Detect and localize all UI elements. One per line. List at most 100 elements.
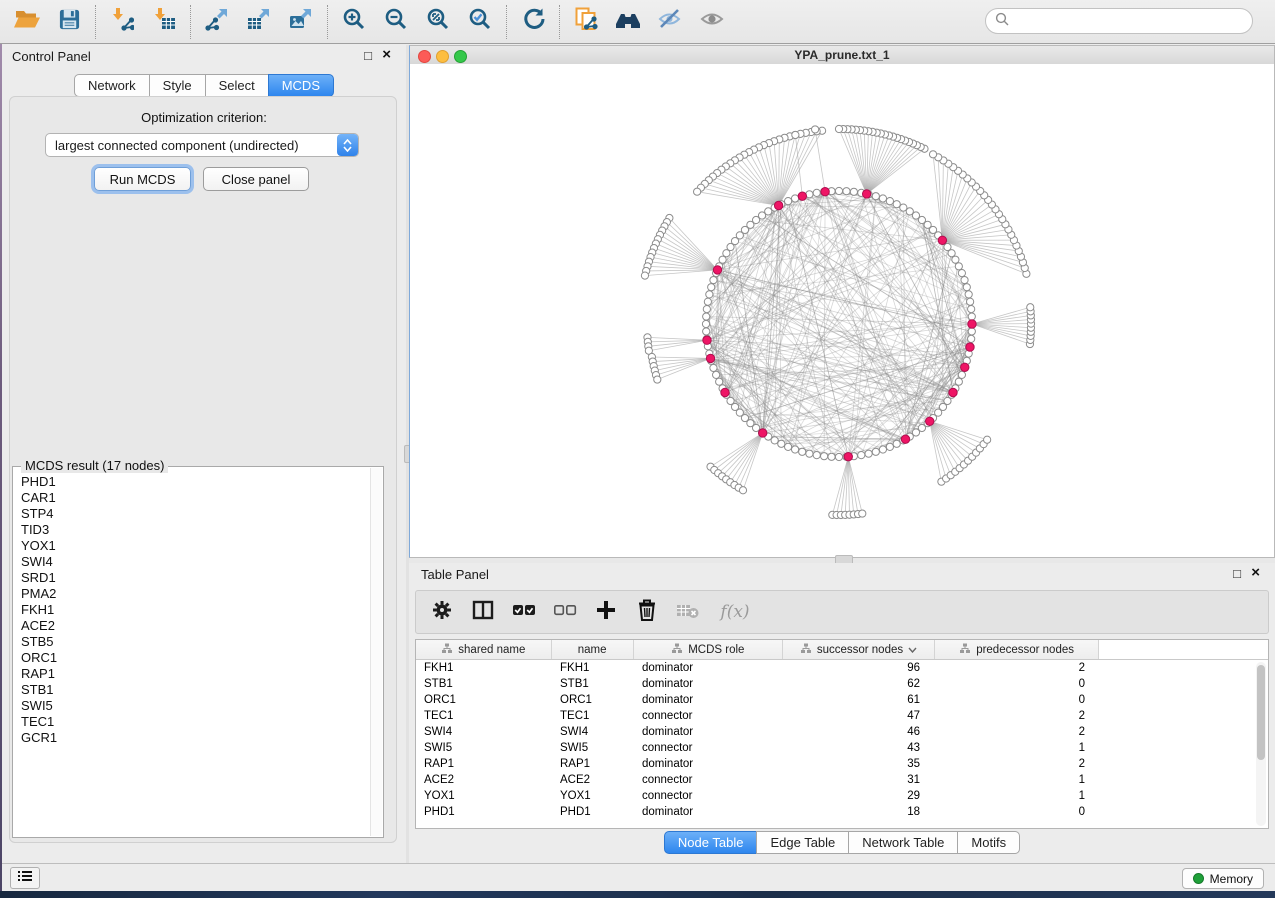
save-button[interactable]: [48, 4, 90, 40]
run-mcds-button[interactable]: Run MCDS: [94, 167, 191, 191]
select-all-button[interactable]: [512, 600, 536, 624]
delete-button[interactable]: [635, 600, 659, 624]
table-tab-network-table[interactable]: Network Table: [848, 831, 958, 854]
mcds-result-item[interactable]: CAR1: [21, 490, 370, 506]
table-tab-motifs[interactable]: Motifs: [957, 831, 1020, 854]
table-row[interactable]: YOX1YOX1connector291: [416, 788, 1268, 804]
gear-button[interactable]: [430, 600, 454, 624]
table-cell: PHD1: [416, 804, 552, 820]
table-cell: YOX1: [416, 788, 552, 804]
close-panel-button[interactable]: Close panel: [203, 167, 309, 191]
table-cell: dominator: [634, 692, 784, 708]
tab-style[interactable]: Style: [149, 74, 206, 97]
mcds-result-item[interactable]: GCR1: [21, 730, 370, 746]
export-image-button[interactable]: [280, 4, 322, 40]
table-tab-edge-table[interactable]: Edge Table: [756, 831, 849, 854]
import-table-button[interactable]: [143, 4, 185, 40]
table-scrollbar-thumb[interactable]: [1257, 665, 1265, 760]
zoom-out-button[interactable]: [375, 4, 417, 40]
mcds-result-item[interactable]: TEC1: [21, 714, 370, 730]
column-menu-chevron-icon[interactable]: [908, 644, 917, 656]
mcds-result-item[interactable]: TID3: [21, 522, 370, 538]
optimization-criterion-label: Optimization criterion:: [2, 110, 406, 125]
mcds-result-item[interactable]: SRD1: [21, 570, 370, 586]
table-cell: 43: [784, 740, 936, 756]
add-button[interactable]: [594, 600, 618, 624]
mcds-result-item[interactable]: YOX1: [21, 538, 370, 554]
memory-button[interactable]: Memory: [1182, 868, 1264, 889]
network-window-titlebar[interactable]: YPA_prune.txt_1: [410, 46, 1274, 65]
command-panel-button[interactable]: [10, 867, 40, 889]
table-cell: TEC1: [552, 708, 634, 724]
mcds-result-item[interactable]: FKH1: [21, 602, 370, 618]
search-input[interactable]: [1014, 13, 1243, 30]
mcds-list-scrollbar[interactable]: [370, 468, 382, 836]
tab-mcds[interactable]: MCDS: [268, 74, 334, 97]
export-table-button[interactable]: [238, 4, 280, 40]
criterion-dropdown[interactable]: largest connected component (undirected): [45, 133, 359, 157]
tab-network[interactable]: Network: [74, 74, 150, 97]
column-header-MCDS-role[interactable]: MCDS role: [634, 640, 784, 659]
open-button[interactable]: [6, 4, 48, 40]
memory-label: Memory: [1210, 872, 1253, 886]
column-header-successor-nodes[interactable]: successor nodes: [783, 640, 935, 659]
table-row[interactable]: SWI5SWI5connector431: [416, 740, 1268, 756]
table-tab-node-table[interactable]: Node Table: [664, 831, 758, 854]
mcds-result-item[interactable]: PHD1: [21, 474, 370, 490]
mcds-result-list[interactable]: PHD1CAR1STP4TID3YOX1SWI4SRD1PMA2FKH1ACE2…: [14, 474, 370, 836]
hide-selected-button[interactable]: [649, 4, 691, 40]
column-header-shared-name[interactable]: shared name: [416, 640, 552, 659]
table-row[interactable]: RAP1RAP1dominator352: [416, 756, 1268, 772]
column-label: predecessor nodes: [976, 644, 1074, 656]
table-row[interactable]: PHD1PHD1dominator180: [416, 804, 1268, 820]
apply-layout-button[interactable]: [512, 4, 554, 40]
mcds-result-item[interactable]: ACE2: [21, 618, 370, 634]
show-all-button[interactable]: [691, 4, 733, 40]
mcds-result-item[interactable]: STB5: [21, 634, 370, 650]
table-cell: ACE2: [552, 772, 634, 788]
table-cell: dominator: [634, 804, 784, 820]
first-neighbors-button[interactable]: [607, 4, 649, 40]
table-row[interactable]: ACE2ACE2connector311: [416, 772, 1268, 788]
columns-button[interactable]: [471, 600, 495, 624]
table-row[interactable]: SWI4SWI4dominator462: [416, 724, 1268, 740]
toolbar-separator: [327, 5, 328, 39]
zoom-out-icon: [384, 7, 408, 36]
export-network-button[interactable]: [196, 4, 238, 40]
mcds-result-item[interactable]: PMA2: [21, 586, 370, 602]
tab-select[interactable]: Select: [205, 74, 269, 97]
table-cell: 61: [784, 692, 936, 708]
table-row[interactable]: FKH1FKH1dominator962: [416, 660, 1268, 676]
table-scrollbar[interactable]: [1256, 662, 1266, 826]
table-close-icon[interactable]: ×: [1251, 565, 1260, 581]
network-graph[interactable]: [410, 64, 1274, 557]
table-row[interactable]: STB1STB1dominator620: [416, 676, 1268, 692]
column-header-name[interactable]: name: [552, 640, 634, 659]
table-cell: 96: [784, 660, 936, 676]
mcds-result-item[interactable]: SWI5: [21, 698, 370, 714]
table-cell: FKH1: [552, 660, 634, 676]
table-float-icon[interactable]: □: [1233, 566, 1241, 582]
mcds-result-item[interactable]: ORC1: [21, 650, 370, 666]
table-cell: 1: [936, 772, 1101, 788]
zoom-fit-button[interactable]: [417, 4, 459, 40]
float-panel-icon[interactable]: □: [364, 48, 372, 64]
zoom-selected-button[interactable]: [459, 4, 501, 40]
import-network-button[interactable]: [101, 4, 143, 40]
new-network-from-selection-button[interactable]: [565, 4, 607, 40]
zoom-in-button[interactable]: [333, 4, 375, 40]
table-row[interactable]: TEC1TEC1connector472: [416, 708, 1268, 724]
network-graph-canvas[interactable]: [410, 64, 1274, 557]
column-header-predecessor-nodes[interactable]: predecessor nodes: [935, 640, 1100, 659]
import-network-icon: [110, 7, 134, 36]
search-box[interactable]: [985, 8, 1253, 34]
first-neighbors-icon: [615, 7, 641, 36]
mcds-result-item[interactable]: STP4: [21, 506, 370, 522]
table-cell: connector: [634, 788, 784, 804]
mcds-result-item[interactable]: SWI4: [21, 554, 370, 570]
deselect-all-button[interactable]: [553, 600, 577, 624]
close-panel-icon[interactable]: ×: [382, 47, 391, 63]
mcds-result-item[interactable]: RAP1: [21, 666, 370, 682]
table-row[interactable]: ORC1ORC1dominator610: [416, 692, 1268, 708]
mcds-result-item[interactable]: STB1: [21, 682, 370, 698]
